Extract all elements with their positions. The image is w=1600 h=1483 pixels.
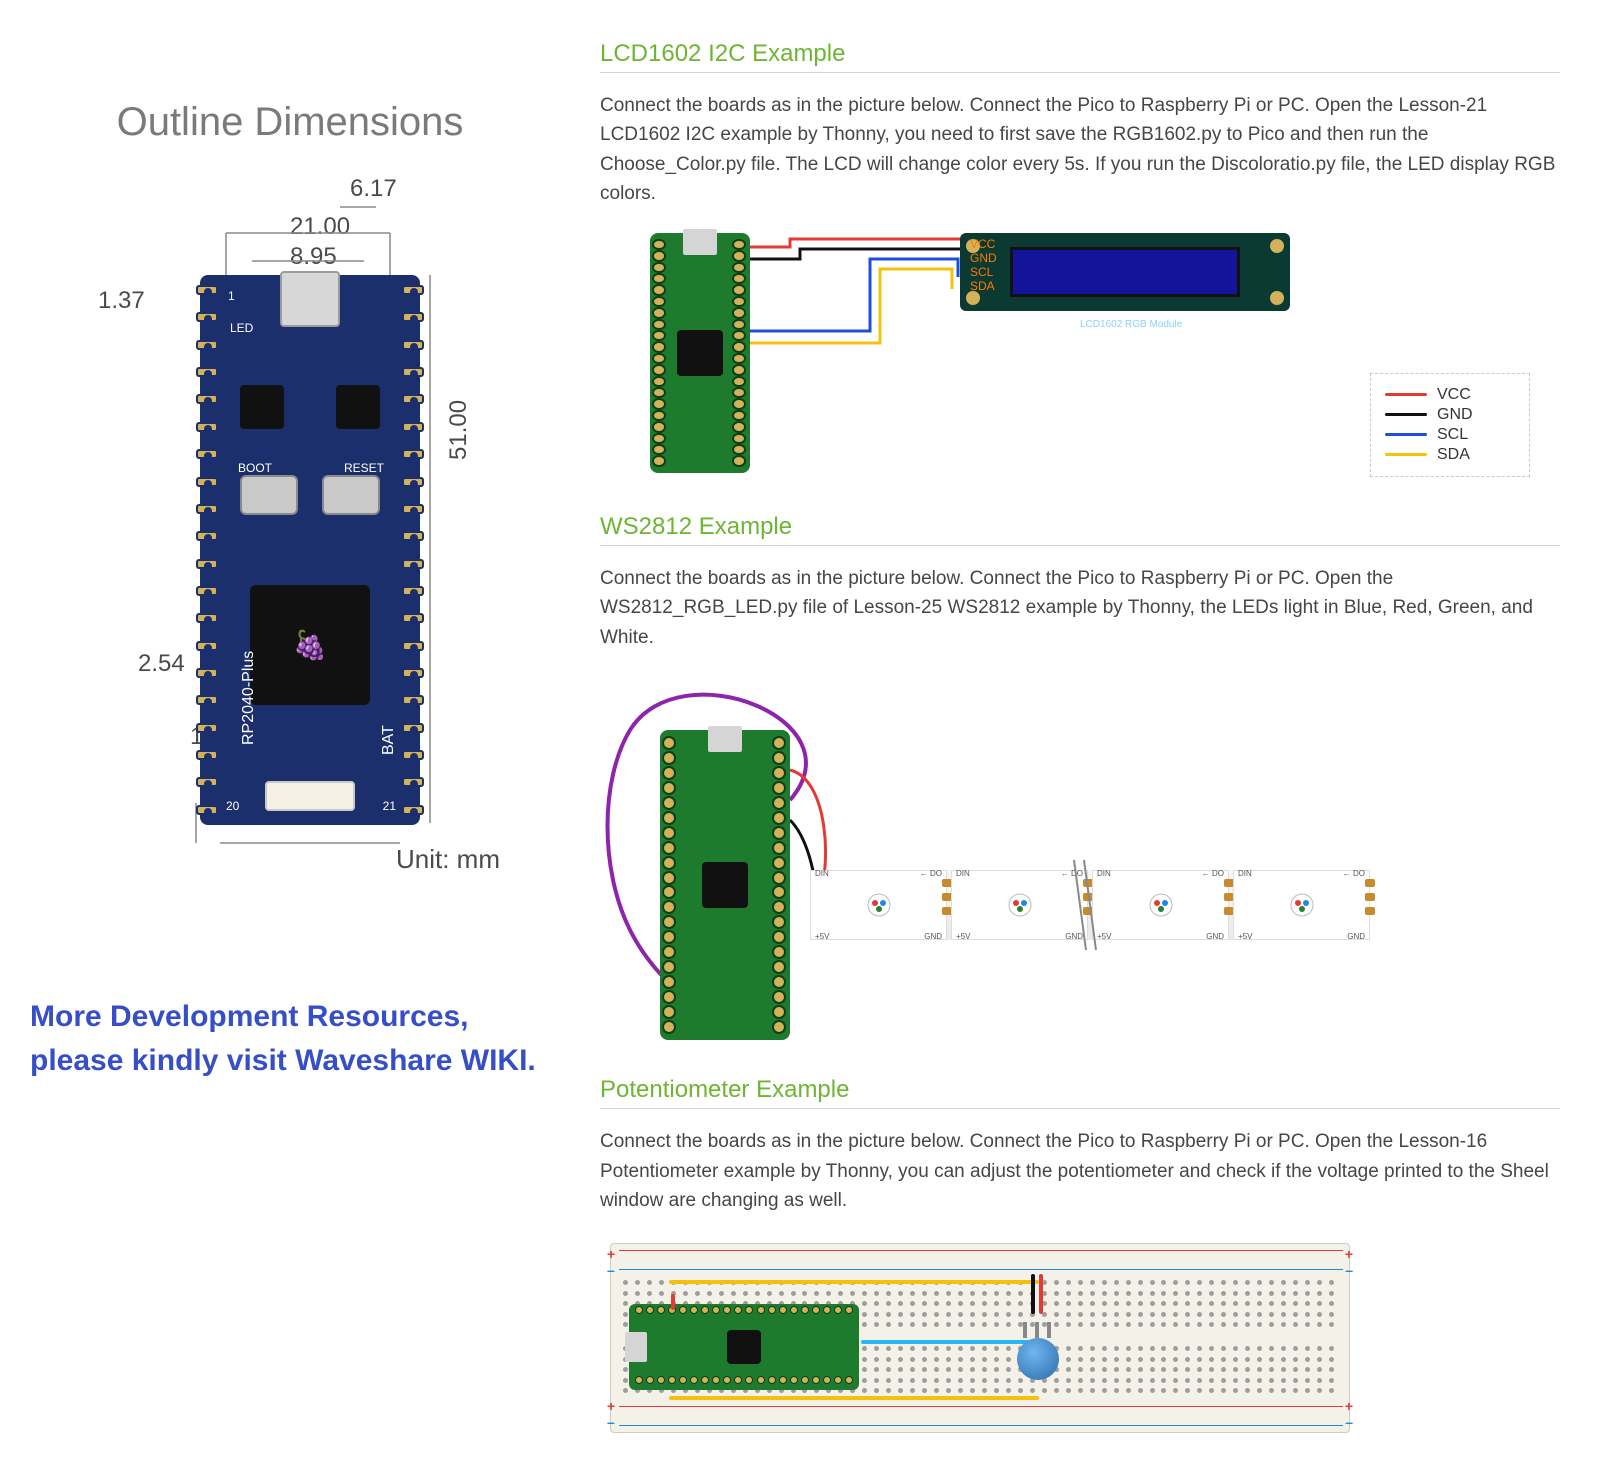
section-title-ws2812: WS2812 Example [600,513,1560,546]
board-pin-1: 1 [228,289,235,303]
board-label-product: RP2040-Plus [240,651,258,745]
dim-2-54: 2.54 [138,650,185,678]
diagram-lcd1602: VCC GND SCL SDA LCD1602 RGB Module VCC G… [600,227,1560,487]
board-pin-20: 20 [226,799,239,813]
board-label-bat: BAT [380,725,398,755]
rail-plus-bot-right: + [1345,1398,1353,1414]
section-ws2812: WS2812 Example Connect the boards as in … [600,513,1560,1050]
board-pin-21: 21 [383,799,396,813]
strip-cut-icon [1070,860,1100,950]
board-dimension-figure: 6.17 21.00 8.95 1.37 51.00 2.54 1.61 17.… [60,175,520,875]
diagram-ws2812: DIN← DO+5VGNDDIN← DO+5VGNDDIN← DO+5VGNDD… [600,670,1560,1050]
section-body-lcd1602: Connect the boards as in the picture bel… [600,91,1560,209]
wiki-callout-link[interactable]: More Development Resources, please kindl… [20,995,560,1082]
dim-6-17: 6.17 [350,175,397,203]
wire-legend: VCC GND SCL SDA [1370,373,1530,477]
rail-minus-bot-left: – [607,1414,615,1430]
pin-header-left [196,275,218,825]
usb-c-connector [280,271,340,327]
section-lcd1602: LCD1602 I2C Example Connect the boards a… [600,40,1560,487]
diagram-potentiometer: + – + – + – + – [600,1233,1560,1443]
dim-1-37: 1.37 [98,287,145,315]
rp2040-chip: 🍇 [250,585,370,705]
legend-label-gnd: GND [1437,406,1473,424]
board-rp2040-plus: LED 1 BOOT RESET 🍇 RP2040-Plus BAT 20 21 [200,275,420,825]
rail-plus-top-left: + [607,1246,615,1262]
jumper-yellow-1 [669,1280,1039,1284]
jumper-cyan [861,1340,1041,1344]
reset-button [322,475,380,515]
legend-swatch-scl [1385,433,1427,436]
pin-header-right [402,275,424,825]
section-potentiometer: Potentiometer Example Connect the boards… [600,1076,1560,1443]
board-label-led: LED [230,321,253,335]
legend-label-scl: SCL [1437,426,1468,444]
breadboard: + – + – + – + – [610,1243,1350,1433]
legend-label-vcc: VCC [1437,386,1471,404]
outline-dimensions-title: Outline Dimensions [117,100,464,145]
pico-board-ws2812 [660,730,790,1040]
legend-swatch-gnd [1385,413,1427,416]
rail-minus-bot-right: – [1345,1414,1353,1430]
dim-51-00: 51.00 [445,400,473,460]
jumper-red-1 [671,1294,675,1310]
lcd-pin-labels: VCC GND SCL SDA [970,237,1506,293]
section-title-potentiometer: Potentiometer Example [600,1076,1560,1109]
raspberry-icon: 🍇 [293,629,328,662]
rail-plus-bot-left: + [607,1398,615,1414]
section-title-lcd1602: LCD1602 I2C Example [600,40,1560,73]
section-body-potentiometer: Connect the boards as in the picture bel… [600,1127,1560,1215]
lcd-wires [750,235,980,355]
legend-swatch-vcc [1385,393,1427,396]
legend-label-sda: SDA [1437,446,1470,464]
battery-connector [265,781,355,811]
pico-on-breadboard [629,1304,859,1390]
lcd-module-caption: LCD1602 RGB Module [1080,319,1182,330]
rail-minus-top-right: – [1345,1262,1353,1278]
legend-swatch-sda [1385,453,1427,456]
boot-button [240,475,298,515]
jumper-red-2 [1039,1274,1043,1314]
board-label-reset: RESET [344,461,384,475]
chip-row [240,385,380,429]
pico-board-lcd [650,233,750,473]
rail-minus-top-left: – [607,1262,615,1278]
rail-plus-top-right: + [1345,1246,1353,1262]
section-body-ws2812: Connect the boards as in the picture bel… [600,564,1560,652]
jumper-yellow-2 [669,1396,1039,1400]
jumper-black [1031,1274,1035,1314]
board-label-boot: BOOT [238,461,272,475]
